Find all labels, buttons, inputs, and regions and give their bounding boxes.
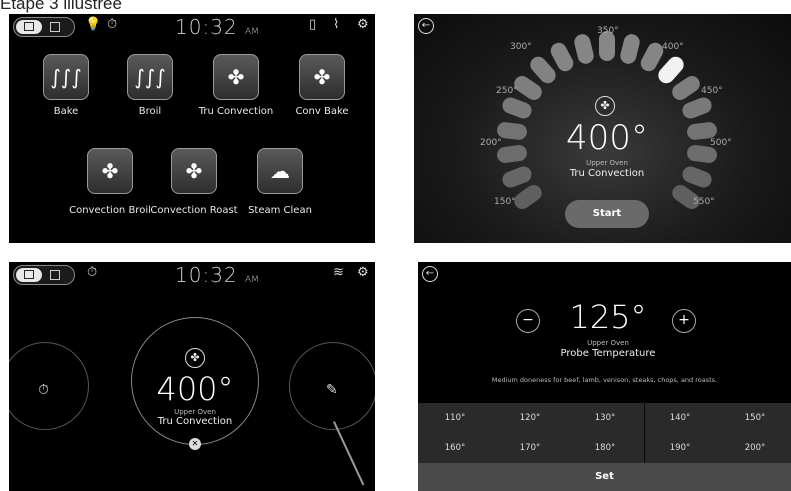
clock: 10:32 AM [175, 263, 259, 287]
mode-tile-steam-clean[interactable]: ☁ [257, 148, 303, 194]
clock: 10:32 AM [175, 15, 259, 39]
oven-toggle[interactable] [13, 17, 75, 37]
option-160[interactable]: 160° [418, 433, 492, 463]
wifi-icon[interactable]: ≋ [333, 265, 344, 280]
clock-time: 10:32 [175, 263, 238, 287]
option-120[interactable]: 120° [493, 403, 567, 433]
oven-label: Upper Oven [587, 339, 629, 347]
doneness-note: Medium doneness for beef, lamb, venison,… [491, 376, 718, 384]
fan-icon: ✤ [227, 65, 245, 89]
decrease-button[interactable]: − [516, 309, 540, 333]
fan-roast-icon: ✤ [185, 159, 203, 183]
steam-clean-icon: ☁ [270, 159, 290, 183]
upper-oven-toggle[interactable] [16, 268, 42, 282]
temperature-readout: 400° [566, 118, 648, 158]
temperature-options-grid: 110° 120° 130° 140° 150° 160° 170° 180° … [418, 403, 791, 463]
upper-oven-icon [24, 22, 34, 31]
remote-enable-icon[interactable]: ▯ [309, 17, 316, 32]
broil-heat-icon: ∫∫∫ [134, 65, 166, 89]
dial-mark[interactable] [618, 32, 642, 66]
bake-heat-icon: ∫∫∫ [50, 65, 82, 89]
mode-label-steam-clean: Steam Clean [248, 205, 312, 216]
back-arrow-icon[interactable]: ← [422, 266, 438, 282]
mode-label-convection-roast: Convection Roast [150, 205, 238, 216]
option-170[interactable]: 170° [493, 433, 567, 463]
clock-ampm: AM [245, 275, 259, 285]
dial-label-350: 350° [597, 26, 619, 36]
probe-icon: ✎ [326, 382, 338, 398]
timer-icon[interactable]: ⏱ [107, 17, 117, 32]
probe-temperature-title: Probe Temperature [560, 348, 656, 359]
mode-tile-conv-bake[interactable]: ✤ [299, 54, 345, 100]
fan-bake-icon: ✤ [313, 65, 331, 89]
option-190[interactable]: 190° [643, 433, 717, 463]
dial-mark[interactable] [680, 95, 714, 122]
start-button[interactable]: Start [565, 200, 649, 228]
mode-label: Tru Convection [569, 168, 645, 179]
option-110[interactable]: 110° [418, 403, 492, 433]
clock-time: 10:32 [175, 15, 238, 39]
cancel-icon[interactable]: ✕ [189, 438, 201, 450]
probe-temperature-readout: 125° [569, 298, 647, 336]
settings-gear-icon[interactable]: ⚙ [357, 265, 369, 280]
wifi-off-icon[interactable]: ⌇ [333, 17, 339, 32]
mode-label-bake: Bake [53, 106, 79, 117]
dial-mark[interactable] [500, 95, 534, 122]
clock-ampm: AM [245, 27, 259, 37]
dial-label-500: 500° [710, 138, 732, 148]
set-button[interactable]: Set [418, 463, 791, 491]
dial-label-450: 450° [701, 86, 723, 96]
mode-label: Tru Convection [157, 416, 233, 427]
dial-label-300: 300° [510, 42, 532, 52]
option-200[interactable]: 200° [718, 433, 791, 463]
increase-button[interactable]: + [672, 309, 696, 333]
dial-label-550: 550° [693, 197, 715, 207]
light-bulb-icon[interactable]: 💡 [85, 17, 101, 32]
dial-label-200: 200° [480, 138, 502, 148]
mode-tile-broil[interactable]: ∫∫∫ [127, 54, 173, 100]
mode-tile-bake[interactable]: ∫∫∫ [43, 54, 89, 100]
oven-label: Upper Oven [174, 408, 216, 416]
dial-label-250: 250° [496, 86, 518, 96]
mode-selection-screen: 💡 ⏱ 10:32 AM ▯ ⌇ ⚙ ∫∫∫ Bake ∫∫∫ Broil ✤ … [9, 14, 375, 243]
settings-gear-icon[interactable]: ⚙ [357, 17, 369, 32]
option-150[interactable]: 150° [718, 403, 791, 433]
timer-icon[interactable]: ⏱ [87, 265, 97, 280]
cooking-status-screen: ⏱ 10:32 AM ≋ ⚙ ⏱ ✤ 400° Upper Oven Tru C… [9, 262, 375, 491]
temperature-dial-screen: ← 300° 350° 400° 250° 450° 200° 500° 150… [414, 14, 791, 243]
upper-oven-icon [24, 270, 34, 279]
dial-label-150: 150° [494, 197, 516, 207]
page-caption: Etape 3 illustree [0, 0, 122, 13]
dial-label-400: 400° [662, 42, 684, 52]
option-180[interactable]: 180° [568, 433, 642, 463]
fan-broil-icon: ✤ [101, 159, 119, 183]
mode-tile-convection-broil[interactable]: ✤ [87, 148, 133, 194]
dial-mark[interactable] [572, 32, 596, 66]
timer-circle[interactable] [9, 342, 89, 430]
mode-label-conv-bake: Conv Bake [295, 106, 349, 117]
lower-oven-icon [50, 270, 60, 280]
timer-icon: ⏱ [38, 382, 49, 398]
probe-temperature-screen: ← − 125° + Upper Oven Probe Temperature … [418, 262, 791, 491]
mode-tile-tru-convection[interactable]: ✤ [213, 54, 259, 100]
mode-label-tru-convection: Tru Convection [198, 106, 274, 117]
temperature-readout: 400° [156, 370, 234, 408]
mode-label-broil: Broil [138, 106, 162, 117]
option-130[interactable]: 130° [568, 403, 642, 433]
upper-oven-toggle[interactable] [16, 20, 42, 34]
option-140[interactable]: 140° [643, 403, 717, 433]
probe-cable [333, 421, 365, 486]
back-arrow-icon[interactable]: ← [418, 18, 434, 34]
mode-label-convection-broil: Convection Broil [69, 205, 151, 216]
oven-toggle[interactable] [13, 265, 75, 285]
dial-mark[interactable] [511, 181, 546, 213]
lower-oven-icon [50, 22, 60, 32]
fan-icon: ✤ [595, 96, 615, 116]
fan-icon: ✤ [185, 348, 205, 368]
oven-label: Upper Oven [586, 159, 628, 167]
mode-tile-convection-roast[interactable]: ✤ [171, 148, 217, 194]
